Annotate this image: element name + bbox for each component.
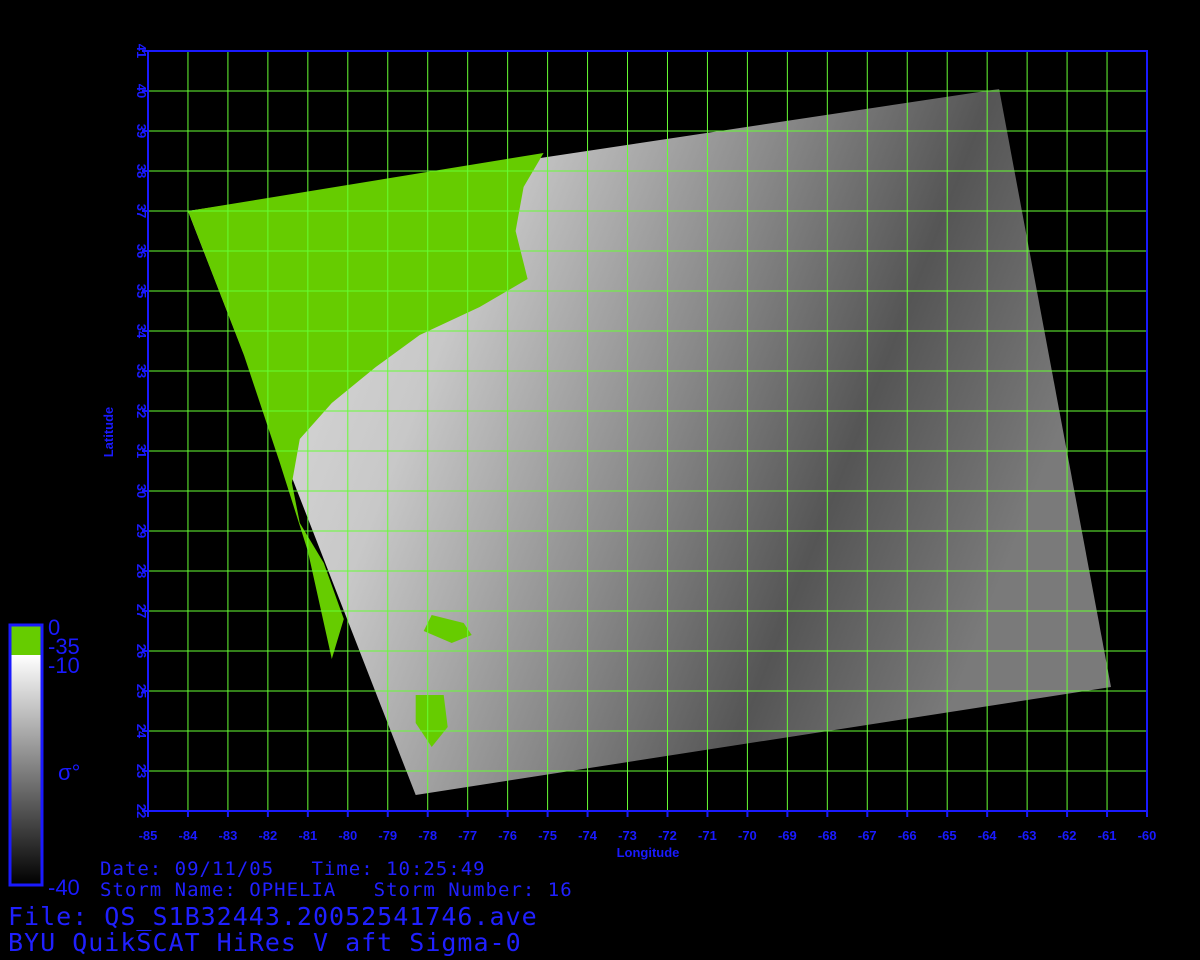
y-tick-labels: 2223242526272829303132333435363738394041 <box>134 44 149 818</box>
x-tick-label: -79 <box>378 828 397 843</box>
x-tick-label: -61 <box>1098 828 1117 843</box>
x-tick-label: -71 <box>698 828 717 843</box>
colorbar-sigma-top-label: -10 <box>48 653 80 678</box>
colorbar-sigma-symbol: σ° <box>58 760 80 785</box>
storm-line: Storm Name: OPHELIA Storm Number: 16 <box>100 879 573 901</box>
colorbar-sigma-segment <box>10 655 42 885</box>
x-tick-label: -78 <box>418 828 437 843</box>
x-tick-label: -63 <box>1018 828 1037 843</box>
x-tick-labels: -85 -84 -83 -82 -81 -80 -79 -78 -77 -76 -75 -74 -73 -… <box>139 811 1157 843</box>
x-tick-label: -68 <box>818 828 837 843</box>
x-tick-label: -67 <box>858 828 877 843</box>
x-tick-label: -74 <box>578 828 598 843</box>
scatterometer-map: -85 -84 -83 -82 -81 -80 -79 -78 -77 -76 -75 -74 -73 -… <box>8 44 1157 900</box>
file-line: File: QS_S1B32443.20052541746.ave <box>8 902 538 931</box>
date-time-line: Date: 09/11/05 Time: 10:25:49 <box>100 858 486 880</box>
y-axis-label: Latitude <box>101 407 116 458</box>
x-tick-label: -81 <box>298 828 317 843</box>
x-tick-label: -73 <box>618 828 637 843</box>
x-tick-label: -80 <box>338 828 357 843</box>
colorbar-land-segment <box>10 625 42 655</box>
x-tick-label: -72 <box>658 828 677 843</box>
colorbar: 0 -35 -10 -40 σ° <box>8 615 80 900</box>
product-line: BYU QuikSCAT HiRes V aft Sigma-0 <box>8 928 522 957</box>
x-tick-label: -66 <box>898 828 917 843</box>
x-tick-label: -60 <box>1138 828 1157 843</box>
x-tick-label: -62 <box>1058 828 1077 843</box>
colorbar-sigma-bottom-label: -40 <box>48 875 80 900</box>
x-axis-label: Longitude <box>617 845 680 860</box>
x-tick-label: -64 <box>978 828 998 843</box>
x-tick-label: -85 <box>139 828 158 843</box>
x-tick-label: -69 <box>778 828 797 843</box>
x-tick-label: -82 <box>258 828 277 843</box>
swath-layer <box>188 89 1111 795</box>
x-tick-label: -76 <box>498 828 517 843</box>
x-tick-label: -70 <box>738 828 757 843</box>
x-tick-label: -83 <box>219 828 238 843</box>
x-tick-label: -65 <box>938 828 957 843</box>
x-tick-label: -77 <box>458 828 477 843</box>
x-tick-label: -84 <box>179 828 199 843</box>
x-tick-label: -75 <box>538 828 557 843</box>
